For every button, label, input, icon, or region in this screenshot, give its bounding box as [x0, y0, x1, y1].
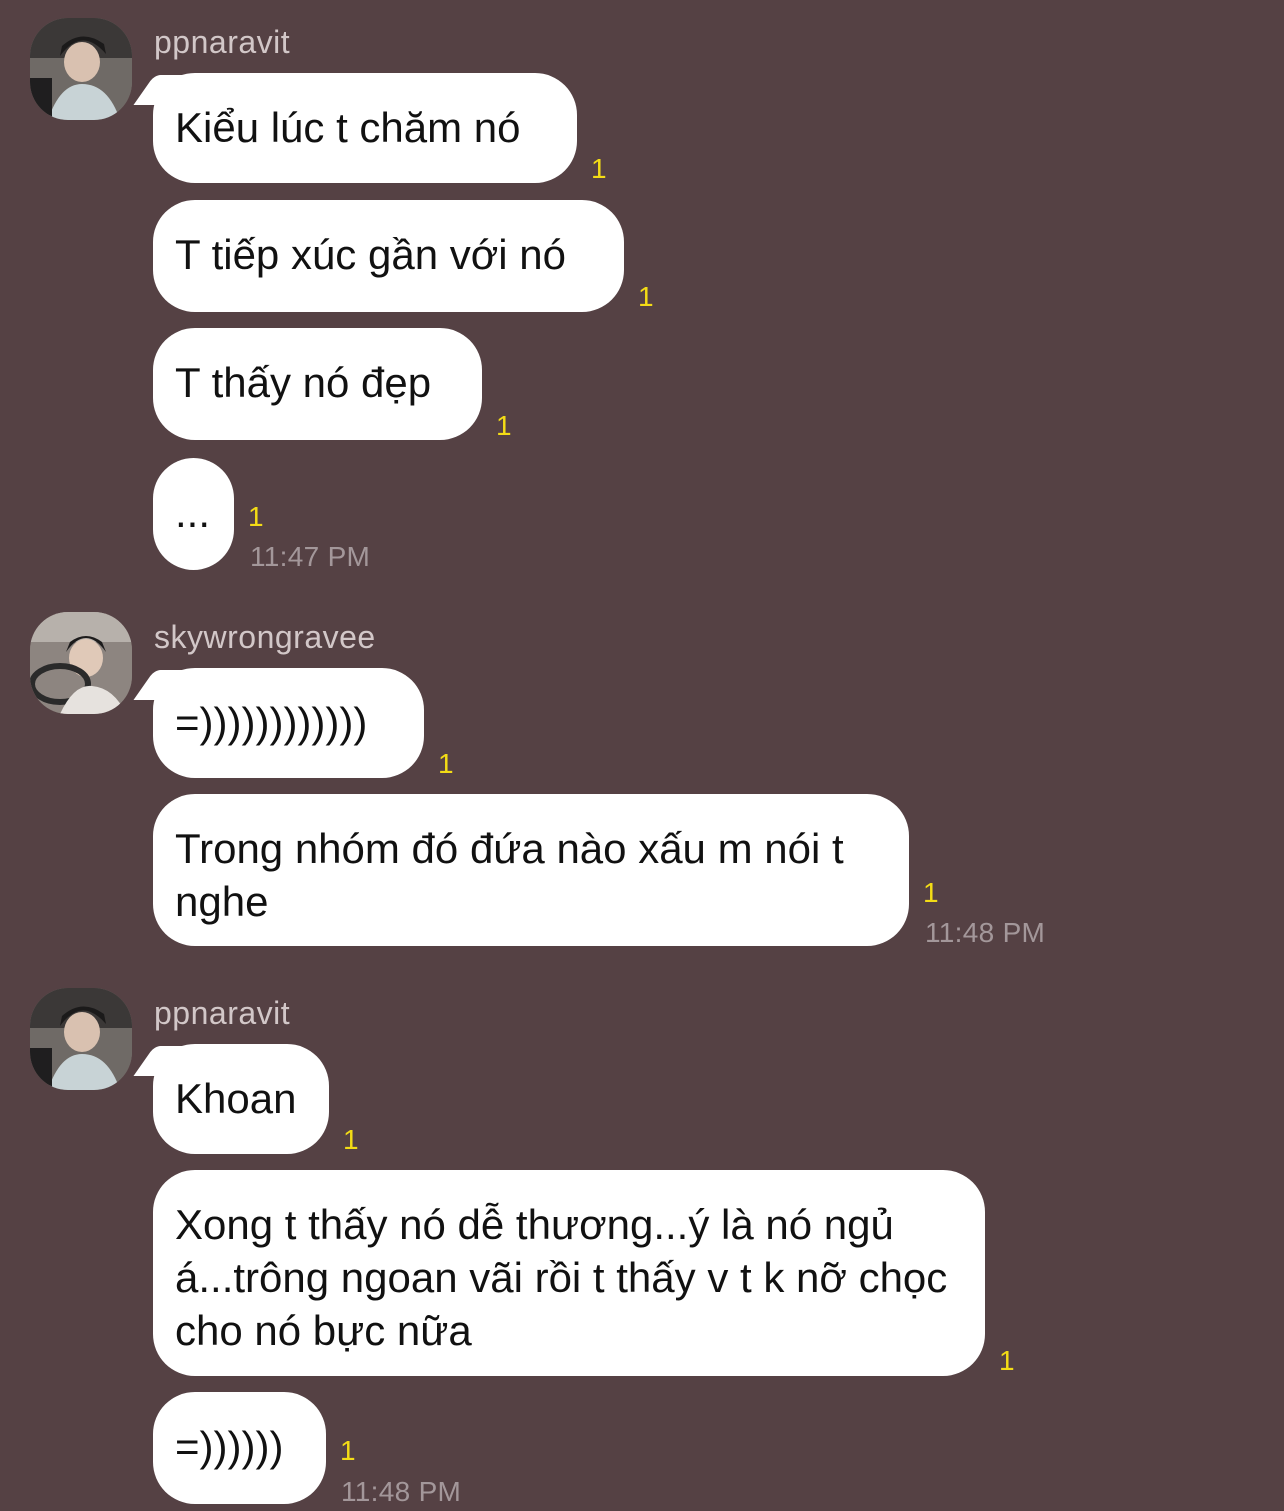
- sender-name: ppnaravit: [154, 995, 291, 1031]
- read-count: 1: [343, 1124, 359, 1155]
- read-count: 1: [340, 1435, 356, 1466]
- message-bubble[interactable]: ...: [153, 458, 234, 570]
- read-count: 1: [438, 748, 454, 779]
- read-count: 1: [638, 281, 654, 312]
- avatar[interactable]: [30, 18, 132, 120]
- message-bubble[interactable]: T thấy nó đẹp: [153, 328, 482, 440]
- message-bubble[interactable]: Trong nhóm đó đứa nào xấu m nói t nghe: [153, 794, 909, 946]
- timestamp: 11:48 PM: [925, 917, 1046, 948]
- read-count: 1: [923, 877, 939, 908]
- message-bubble[interactable]: Khoan: [153, 1044, 329, 1154]
- timestamp: 11:48 PM: [341, 1476, 462, 1507]
- avatar[interactable]: [30, 612, 132, 714]
- message-bubble[interactable]: =)))))))))))): [153, 668, 424, 778]
- message-bubble[interactable]: T tiếp xúc gần với nó: [153, 200, 624, 312]
- read-count: 1: [248, 501, 264, 532]
- profile-photo-icon: [30, 18, 132, 120]
- message-bubble[interactable]: Xong t thấy nó dễ thương...ý là nó ngủ á…: [153, 1170, 985, 1376]
- read-count: 1: [496, 410, 512, 441]
- sender-name: skywrongravee: [154, 619, 376, 655]
- read-count: 1: [591, 153, 607, 184]
- read-count: 1: [999, 1345, 1015, 1376]
- sender-name: ppnaravit: [154, 24, 291, 60]
- message-bubble[interactable]: =)))))): [153, 1392, 326, 1504]
- chat-message-list[interactable]: ppnaravit Kiểu lúc t chăm nó 1 T tiếp xú…: [0, 0, 1284, 1511]
- profile-photo-icon: [30, 988, 132, 1090]
- avatar[interactable]: [30, 988, 132, 1090]
- message-bubble[interactable]: Kiểu lúc t chăm nó: [153, 73, 577, 183]
- timestamp: 11:47 PM: [250, 541, 371, 572]
- profile-photo-icon: [30, 612, 132, 714]
